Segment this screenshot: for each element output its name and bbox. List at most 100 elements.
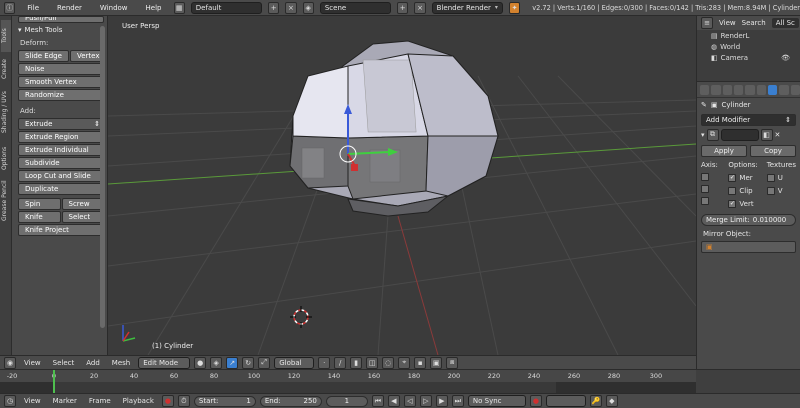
subdivide-button[interactable]: Subdivide — [18, 157, 104, 169]
axis-y-checkbox[interactable] — [701, 185, 709, 193]
tab-grease-pencil[interactable]: Grease Pencil — [1, 178, 11, 224]
mode-selector[interactable]: Edit Mode — [138, 356, 191, 369]
record-icon[interactable]: ● — [161, 395, 174, 407]
menu-mesh[interactable]: Mesh — [108, 359, 134, 367]
menu-marker[interactable]: Marker — [49, 397, 81, 405]
scene-tab-icon[interactable] — [722, 84, 732, 95]
play-icon[interactable]: ▷ — [419, 395, 432, 407]
snap-element-icon[interactable]: ▪ — [414, 356, 427, 369]
duplicate-button[interactable]: Duplicate — [18, 183, 104, 195]
scene-icon[interactable]: ◈ — [302, 1, 314, 14]
3d-viewport[interactable]: User Persp (1) Cylinder — [108, 16, 696, 355]
editor-type-icon[interactable]: ◷ — [4, 395, 16, 407]
extrude-region-button[interactable]: Extrude Region — [18, 131, 104, 143]
tab-shading-uvs[interactable]: Shading / UVs — [1, 86, 11, 138]
current-frame-field[interactable]: 1 — [325, 395, 368, 407]
mirror-modifier-header[interactable]: ▾ ⧉ ◧ ✕ — [697, 128, 800, 141]
next-keyframe-icon[interactable]: ▶ — [435, 395, 448, 407]
menu-window[interactable]: Window — [94, 4, 134, 12]
play-reverse-icon[interactable]: ◁ — [403, 395, 416, 407]
jump-end-icon[interactable]: ⏭ — [451, 395, 464, 407]
outliner-view-menu[interactable]: View — [719, 19, 736, 27]
merge-checkbox[interactable]: ✓ — [728, 173, 737, 182]
scale-manipulator-icon[interactable]: ⤢ — [258, 356, 271, 369]
render-preview-icon[interactable]: ▣ — [430, 356, 443, 369]
menu-playback[interactable]: Playback — [119, 397, 158, 405]
viewport-shading-icon[interactable]: ● — [194, 356, 207, 369]
u-option[interactable]: U — [766, 173, 783, 182]
auto-keying-icon[interactable]: ● — [529, 395, 542, 407]
insert-keyframe-icon[interactable]: ◆ — [605, 395, 618, 407]
v-option[interactable]: V — [766, 186, 783, 195]
extrude-individual-button[interactable]: Extrude Individual — [18, 144, 104, 156]
knife-button[interactable]: Knife — [18, 211, 61, 223]
add-scene-icon[interactable]: + — [397, 1, 409, 14]
vert-option[interactable]: ✓ Vert — [728, 199, 754, 208]
tab-options[interactable]: Options — [1, 140, 11, 176]
knife-project-button[interactable]: Knife Project — [18, 224, 104, 236]
close-icon[interactable]: ✕ — [775, 131, 781, 139]
menu-select[interactable]: Select — [49, 359, 79, 367]
data-tab-icon[interactable] — [779, 84, 789, 95]
spin-button[interactable]: Spin — [18, 198, 61, 210]
menu-add[interactable]: Add — [82, 359, 104, 367]
keying-set-icon[interactable]: 🔑 — [589, 395, 602, 407]
mesh-object[interactable] — [289, 40, 499, 217]
add-modifier-dropdown[interactable]: Add Modifier ⇕ — [701, 114, 796, 126]
add-layout-icon[interactable]: + — [268, 1, 280, 14]
u-checkbox[interactable] — [766, 173, 775, 182]
3d-cursor-icon[interactable] — [290, 306, 312, 328]
jump-start-icon[interactable]: ⏮ — [371, 395, 384, 407]
axis-z-checkbox[interactable] — [701, 197, 709, 205]
smooth-vertex-button[interactable]: Smooth Vertex — [18, 76, 104, 88]
render-layers-tab-icon[interactable] — [711, 84, 721, 95]
mesh-tools-panel-header[interactable]: ▾ Mesh Tools — [12, 23, 108, 37]
loop-cut-button[interactable]: Loop Cut and Slide — [18, 170, 104, 182]
end-frame-field[interactable]: End: 250 — [259, 395, 322, 407]
preview-range-icon[interactable]: ⏱ — [177, 395, 190, 407]
tab-create[interactable]: Create — [1, 54, 11, 84]
remove-layout-icon[interactable]: × — [285, 1, 297, 14]
select-button[interactable]: Select — [61, 211, 104, 223]
manipulator-toggle-icon[interactable]: ↗ — [226, 356, 239, 369]
timeline[interactable]: -20 0 20 40 60 80 100 120 140 160 180 20… — [0, 369, 800, 394]
clip-checkbox[interactable] — [728, 186, 737, 195]
copy-button[interactable]: Copy — [750, 145, 796, 157]
menu-render[interactable]: Render — [51, 4, 88, 12]
screw-button[interactable]: Screw — [61, 198, 104, 210]
axis-x-checkbox[interactable] — [701, 173, 709, 181]
render-engine-selector[interactable]: Blender Render ▾ — [431, 1, 503, 14]
layout-icon[interactable]: ▦ — [173, 1, 185, 14]
eye-icon[interactable]: 👁 — [781, 54, 800, 62]
vert-checkbox[interactable]: ✓ — [728, 199, 737, 208]
edge-select-icon[interactable]: / — [334, 356, 347, 369]
sync-mode-selector[interactable]: No Sync — [467, 395, 526, 407]
v-checkbox[interactable] — [766, 186, 775, 195]
transform-orientation-selector[interactable]: Global — [274, 356, 315, 369]
mirror-object-field[interactable]: ▣ — [701, 241, 796, 253]
outliner-editor-icon[interactable]: ≡ — [701, 17, 713, 29]
menu-view[interactable]: View — [20, 397, 45, 405]
keying-mode-selector[interactable] — [545, 395, 586, 407]
outliner-item-world[interactable]: ◍ World — [697, 41, 800, 52]
apply-button[interactable]: Apply — [701, 145, 747, 157]
editor-type-icon[interactable]: ◉ — [4, 356, 16, 369]
push-pull-button[interactable]: Push/Pull — [18, 16, 104, 23]
remove-scene-icon[interactable]: × — [414, 1, 426, 14]
outliner-item-renderlayers[interactable]: ▤ RenderL — [697, 30, 800, 41]
rotate-manipulator-icon[interactable]: ↻ — [242, 356, 255, 369]
modifiers-tab-icon[interactable] — [767, 84, 778, 95]
material-tab-icon[interactable] — [790, 84, 800, 95]
current-frame-cursor[interactable] — [53, 370, 55, 394]
merge-limit-field[interactable]: Merge Limit: 0.010000 — [701, 214, 796, 226]
extrude-dropdown[interactable]: Extrude ⇕ — [18, 118, 104, 130]
tab-tools[interactable]: Tools — [1, 20, 11, 52]
pivot-point-icon[interactable]: ◈ — [210, 356, 223, 369]
slide-edge-button[interactable]: Slide Edge — [18, 50, 69, 62]
menu-file[interactable]: File — [21, 4, 45, 12]
menu-view[interactable]: View — [20, 359, 45, 367]
constraints-tab-icon[interactable] — [756, 84, 766, 95]
merge-option[interactable]: ✓ Mer — [728, 173, 753, 182]
layout-selector[interactable]: Default — [190, 1, 263, 14]
prev-keyframe-icon[interactable]: ◀ — [387, 395, 400, 407]
